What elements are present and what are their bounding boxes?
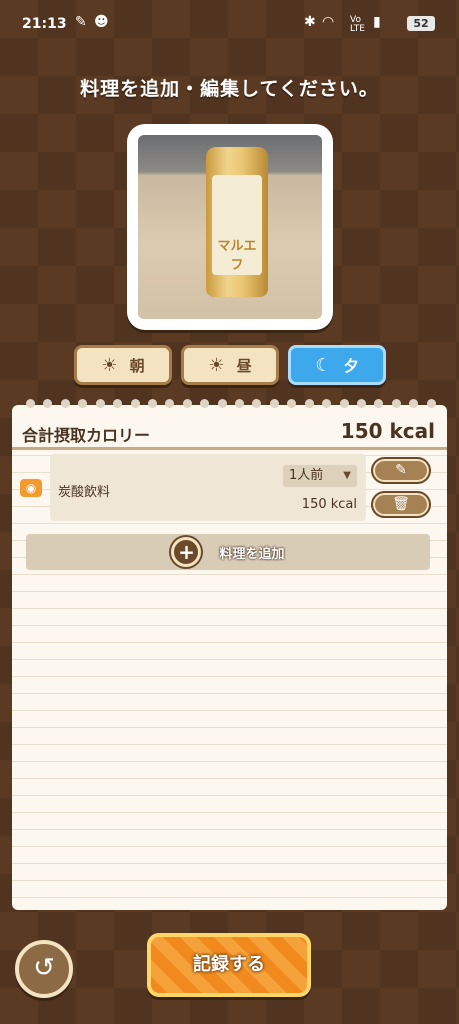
food-photo-frame[interactable]: マルエフ xyxy=(127,124,333,330)
edit-item-button[interactable]: ✎ xyxy=(371,457,431,484)
sun-icon: ☀ xyxy=(208,354,225,376)
food-photo: マルエフ xyxy=(138,135,322,319)
plus-icon: + xyxy=(171,537,202,567)
food-item-name: 炭酸飲料 xyxy=(58,485,111,500)
meal-dinner-button[interactable]: ☾ 夕 xyxy=(288,345,386,385)
record-button-label: 記録する xyxy=(193,954,265,975)
volte-icon: Vo LTE xyxy=(350,15,365,34)
app-notification-icon: ☻ xyxy=(94,14,109,30)
status-bar: 21:13 ✎ ☻ ✱ ◠ Vo LTE ▮ 52 xyxy=(0,0,459,52)
moon-icon: ☾ xyxy=(315,354,332,376)
signal-icon: ▮ xyxy=(373,14,381,30)
meal-lunch-button[interactable]: ☀ 昼 xyxy=(181,345,279,385)
sunrise-icon: ☀ xyxy=(101,354,118,376)
total-calorie-row: 合計摂取カロリー 150 kcal xyxy=(12,417,447,450)
status-time: 21:13 xyxy=(22,16,67,32)
back-arrow-icon: ↺ xyxy=(33,953,55,983)
dropdown-arrow-icon: ▼ xyxy=(343,470,351,481)
wifi-icon: ◠ xyxy=(322,14,335,30)
food-list-panel: 合計摂取カロリー 150 kcal ◉ 炭酸飲料 1人前 ▼ 150 kcal … xyxy=(12,399,447,910)
beer-can-image: マルエフ xyxy=(206,147,268,297)
record-button[interactable]: 記録する xyxy=(147,933,311,997)
meal-lunch-label: 昼 xyxy=(236,356,252,375)
pencil-icon: ✎ xyxy=(395,462,407,478)
portion-value: 1人前 xyxy=(289,468,324,483)
binder-holes xyxy=(26,399,436,408)
meal-breakfast-label: 朝 xyxy=(129,356,145,375)
trash-icon: 🗑 xyxy=(392,496,410,512)
page-title: 料理を追加・編集してください。 xyxy=(80,78,379,100)
camera-icon: ◉ xyxy=(20,479,42,497)
add-food-label: 料理を追加 xyxy=(219,546,285,562)
meal-dinner-label: 夕 xyxy=(343,356,359,375)
total-calorie-value: 150 kcal xyxy=(340,419,435,443)
delete-item-button[interactable]: 🗑 xyxy=(371,491,431,518)
add-food-button[interactable]: + 料理を追加 xyxy=(26,534,430,570)
meal-breakfast-button[interactable]: ☀ 朝 xyxy=(74,345,172,385)
notification-icon: ✎ xyxy=(75,14,87,30)
can-label-text: マルエフ xyxy=(217,239,257,273)
portion-select[interactable]: 1人前 ▼ xyxy=(283,465,357,487)
bluetooth-icon: ✱ xyxy=(304,14,316,30)
back-button[interactable]: ↺ xyxy=(15,940,73,998)
battery-icon: 52 xyxy=(407,16,435,31)
total-calorie-label: 合計摂取カロリー xyxy=(22,426,151,445)
food-item-kcal: 150 kcal xyxy=(301,497,357,512)
